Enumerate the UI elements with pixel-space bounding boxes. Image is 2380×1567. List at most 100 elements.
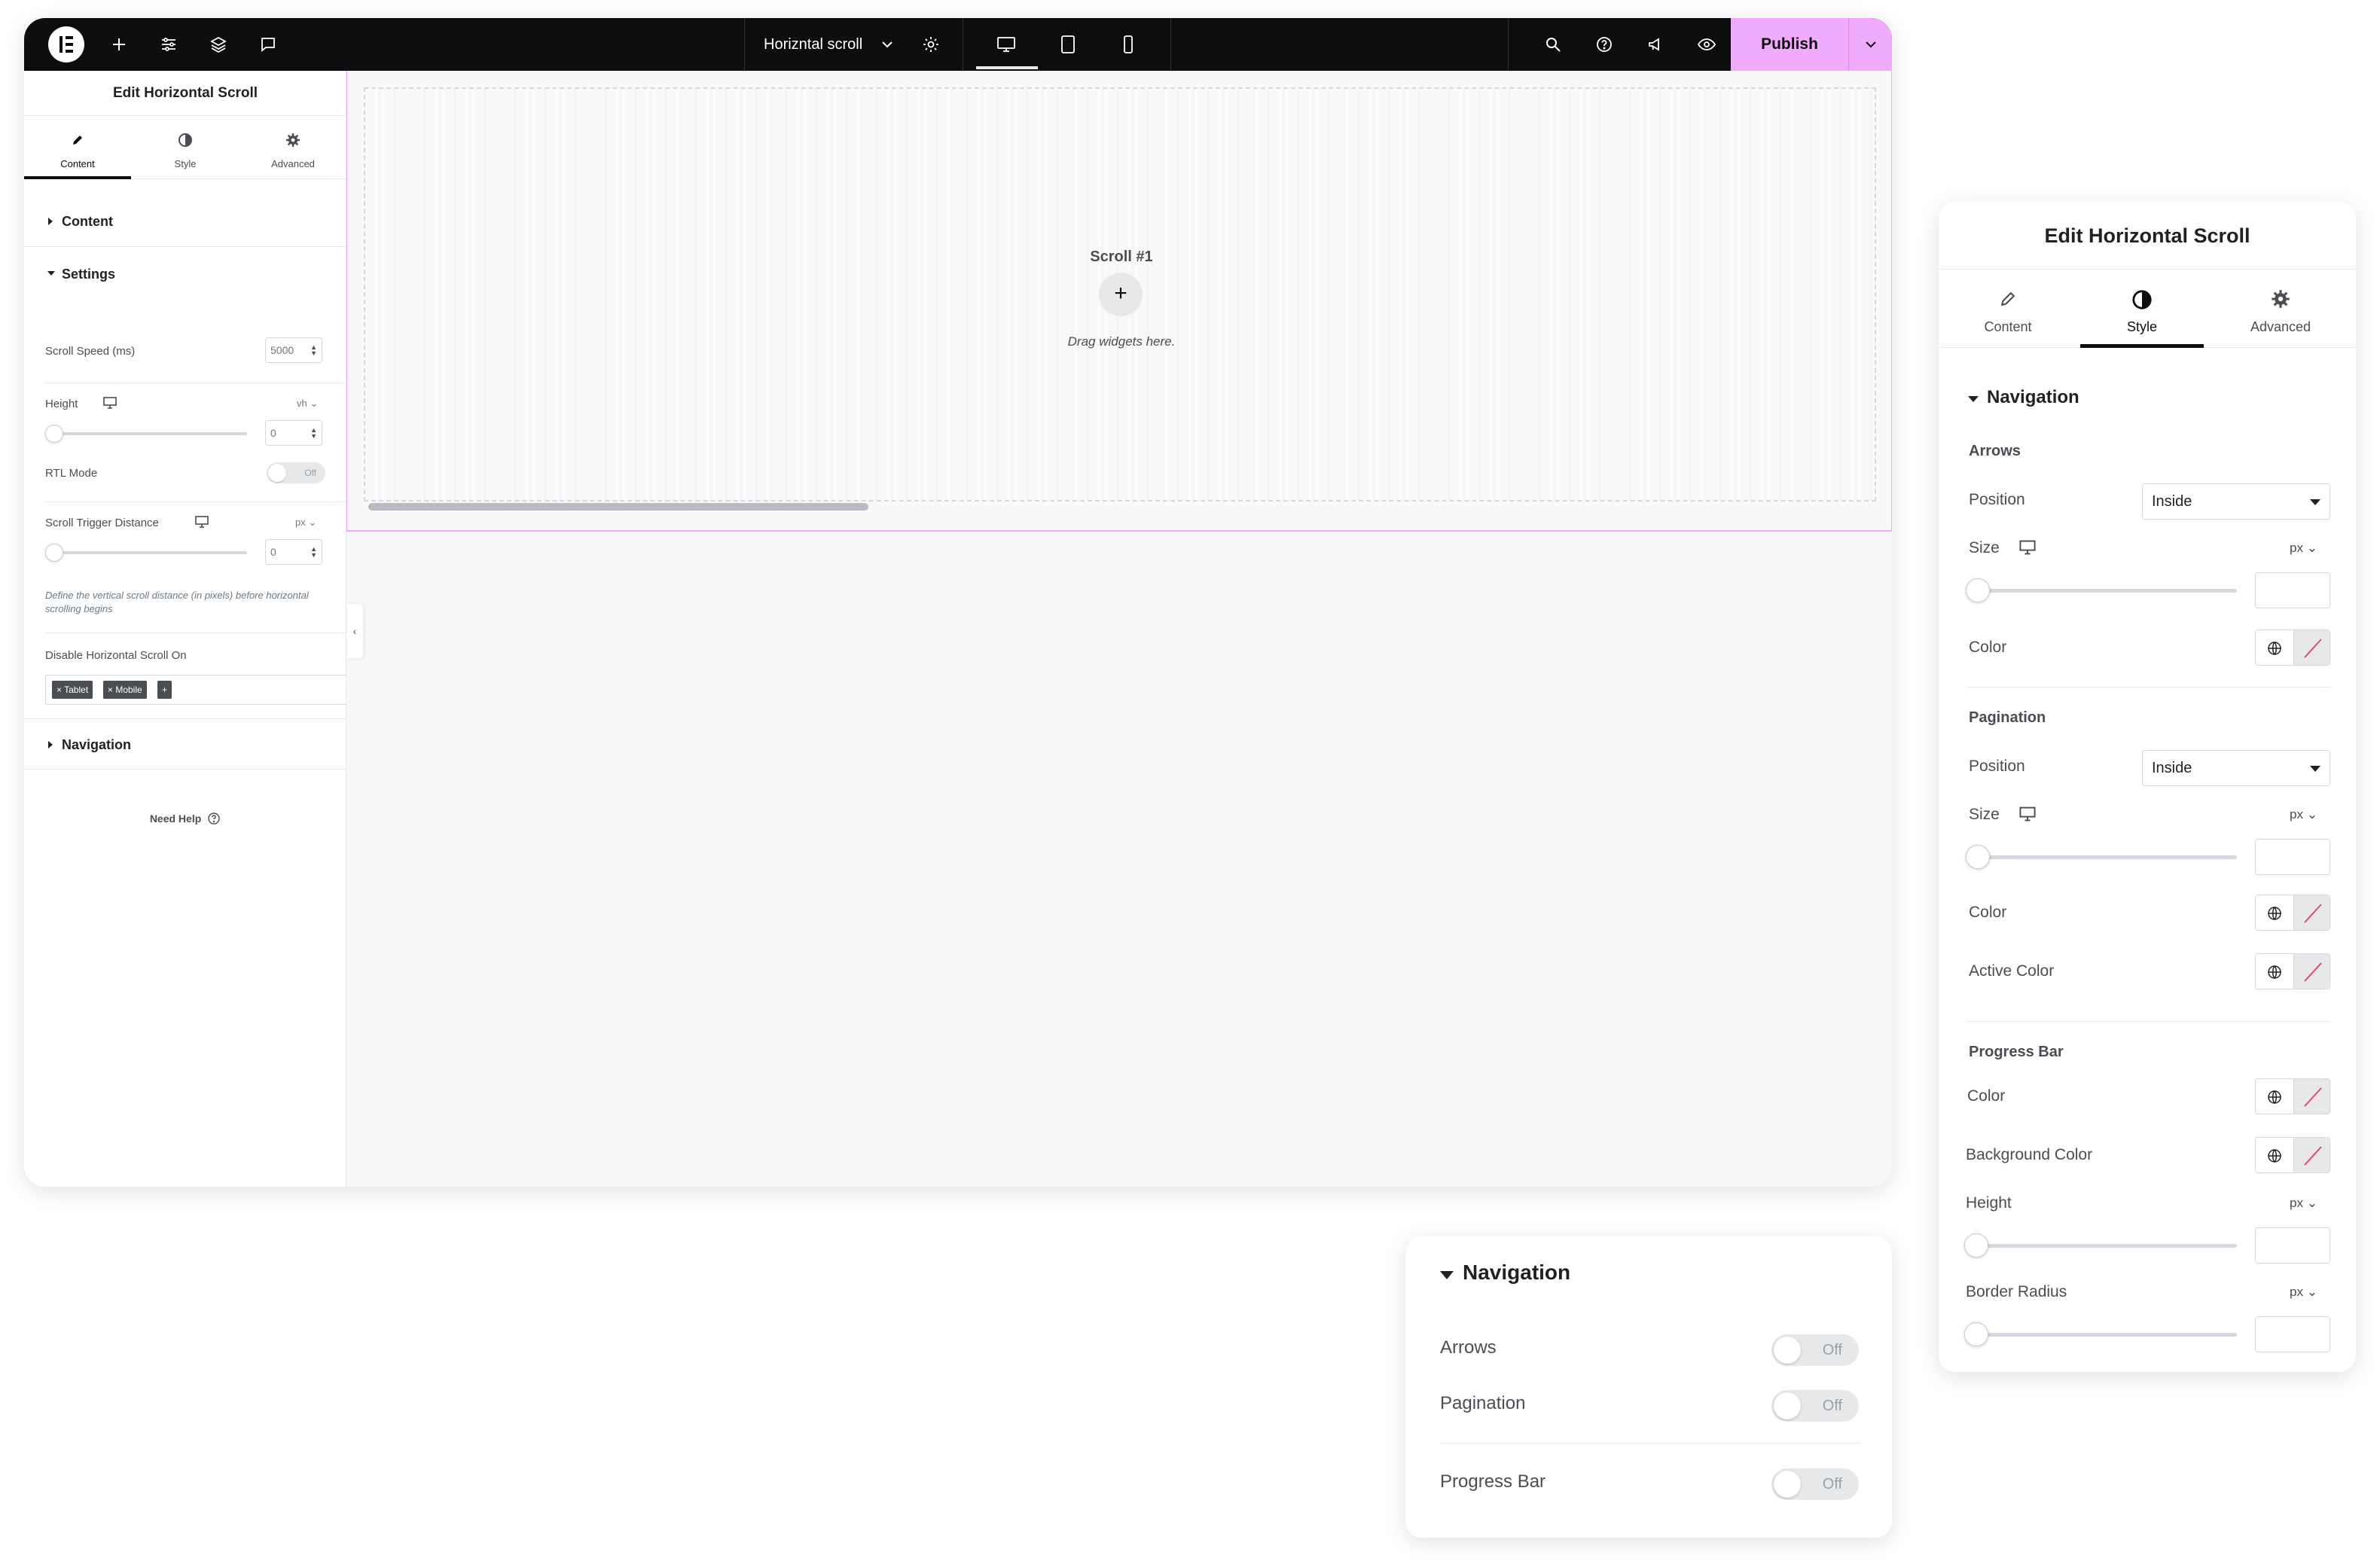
add-element-icon[interactable] (105, 31, 133, 58)
caret-down-icon[interactable] (1440, 1271, 1454, 1279)
pagination-active-color-picker[interactable] (2255, 953, 2330, 989)
responsive-desktop-icon[interactable] (102, 396, 117, 413)
number-stepper-icon[interactable]: ▲ ▼ (310, 344, 317, 357)
globe-icon[interactable] (2256, 1138, 2293, 1172)
comments-icon[interactable] (255, 31, 282, 58)
trigger-distance-input[interactable]: 0 ▲ ▼ (265, 539, 322, 565)
section-content-toggle[interactable]: Content (24, 196, 346, 247)
mobile-device-icon[interactable] (1115, 31, 1142, 58)
progress-radius-slider-track[interactable] (1978, 1333, 2237, 1337)
pagination-size-slider-handle[interactable] (1966, 845, 1990, 869)
responsive-desktop-icon[interactable] (2018, 806, 2037, 826)
tab-style[interactable]: Style (2080, 270, 2204, 348)
collapse-panel-chevron-icon[interactable]: ‹ (346, 604, 363, 658)
top-bar: Horizntal scroll Publish (24, 18, 1892, 71)
progress-height-slider-track[interactable] (1978, 1244, 2237, 1248)
arrows-size-slider-handle[interactable] (1966, 578, 1990, 602)
preview-eye-icon[interactable] (1693, 31, 1720, 58)
section-navigation-toggle[interactable]: Navigation (24, 718, 346, 770)
site-settings-icon[interactable] (155, 31, 182, 58)
pagination-size-input[interactable] (2255, 839, 2330, 875)
page-settings-gear-icon[interactable] (917, 31, 944, 58)
progress-radius-slider-handle[interactable] (1964, 1322, 1988, 1346)
color-swatch[interactable] (2293, 954, 2330, 989)
pagination-position-select[interactable]: Inside (2142, 750, 2330, 786)
globe-icon[interactable] (2256, 1079, 2293, 1114)
trigger-help-text: Define the vertical scroll distance (in … (45, 590, 309, 614)
rtl-mode-toggle[interactable]: Off (267, 462, 325, 483)
navigation-card-title[interactable]: Navigation (1463, 1261, 1570, 1285)
arrows-color-picker[interactable] (2255, 630, 2330, 666)
tag-mobile[interactable]: × Mobile (103, 681, 147, 699)
structure-layers-icon[interactable] (205, 31, 232, 58)
progress-height-unit-select[interactable]: px ⌄ (2290, 1196, 2317, 1211)
scroll-speed-label: Scroll Speed (ms) (45, 345, 136, 358)
progress-bar-toggle[interactable]: Off (1771, 1468, 1859, 1500)
responsive-desktop-icon[interactable] (2018, 539, 2037, 559)
arrows-size-slider-track[interactable] (1978, 589, 2237, 593)
progress-bg-color-picker[interactable] (2255, 1137, 2330, 1173)
progress-color-picker[interactable] (2255, 1078, 2330, 1114)
color-swatch[interactable] (2293, 1138, 2330, 1172)
add-widget-button[interactable]: + (1099, 273, 1143, 316)
arrows-position-select[interactable]: Inside (2142, 483, 2330, 520)
caret-down-icon (47, 271, 55, 276)
help-icon[interactable] (1591, 31, 1618, 58)
pagination-size-unit-select[interactable]: px ⌄ (2290, 807, 2317, 822)
progress-radius-unit-select[interactable]: px ⌄ (2290, 1285, 2317, 1300)
height-slider-handle[interactable] (45, 425, 63, 443)
publish-button[interactable]: Publish (1731, 18, 1848, 71)
publish-options-chevron-icon[interactable] (1848, 18, 1892, 71)
style-panel-card: Edit Horizontal Scroll Content Style Adv… (1939, 202, 2356, 1372)
add-device-button[interactable]: + (157, 681, 172, 699)
arrows-color-label: Color (1969, 639, 2007, 656)
search-icon[interactable] (1539, 31, 1567, 58)
whats-new-megaphone-icon[interactable] (1642, 31, 1669, 58)
section-settings-toggle[interactable]: Settings (24, 248, 346, 300)
gear-icon (2219, 289, 2342, 312)
number-stepper-icon[interactable]: ▲ ▼ (310, 546, 317, 559)
tag-tablet[interactable]: × Tablet (52, 681, 93, 699)
color-swatch[interactable] (2293, 630, 2330, 665)
horizontal-scroll-section[interactable]: Scroll #1 + Drag widgets here. (346, 71, 1892, 532)
tab-content[interactable]: Content (1946, 270, 2070, 348)
desktop-device-icon[interactable] (993, 31, 1020, 58)
tab-advanced[interactable]: Advanced (2219, 270, 2342, 348)
need-help-link[interactable]: Need Help (24, 812, 346, 825)
tab-advanced[interactable]: Advanced (240, 116, 346, 179)
globe-icon[interactable] (2256, 954, 2293, 989)
height-unit-select[interactable]: vh ⌄ (297, 398, 318, 410)
arrows-toggle[interactable]: Off (1771, 1334, 1859, 1366)
horizontal-scrollbar[interactable] (368, 503, 868, 511)
pagination-color-picker[interactable] (2255, 895, 2330, 931)
height-slider-track[interactable] (54, 432, 247, 435)
arrows-size-input[interactable] (2255, 572, 2330, 608)
tab-content[interactable]: Content (24, 116, 131, 179)
pagination-size-slider-track[interactable] (1978, 855, 2237, 859)
trigger-slider-handle[interactable] (45, 544, 63, 562)
color-swatch[interactable] (2293, 1079, 2330, 1114)
arrows-size-unit-select[interactable]: px ⌄ (2290, 541, 2317, 556)
trigger-unit-select[interactable]: px ⌄ (295, 517, 316, 529)
tab-style[interactable]: Style (132, 116, 239, 179)
document-title[interactable]: Horizntal scroll (764, 18, 862, 71)
tablet-device-icon[interactable] (1054, 31, 1082, 58)
height-input[interactable]: 0 ▲ ▼ (265, 420, 322, 446)
color-swatch[interactable] (2293, 895, 2330, 930)
progress-height-slider-handle[interactable] (1964, 1233, 1988, 1258)
disable-devices-select[interactable]: × Tablet × Mobile + (45, 675, 349, 705)
progress-height-input[interactable] (2255, 1227, 2330, 1264)
chevron-down-icon[interactable] (879, 36, 896, 56)
trigger-slider-track[interactable] (54, 551, 247, 554)
widget-drop-zone[interactable]: Scroll #1 + Drag widgets here. (364, 87, 1876, 502)
responsive-desktop-icon[interactable] (194, 515, 209, 532)
globe-icon[interactable] (2256, 630, 2293, 665)
scroll-speed-input[interactable]: 5000 ▲ ▼ (265, 337, 322, 363)
elementor-logo-icon[interactable] (48, 26, 84, 62)
progress-radius-input[interactable] (2255, 1316, 2330, 1352)
caret-down-icon[interactable] (1967, 395, 1979, 404)
navigation-section-title[interactable]: Navigation (1987, 387, 2079, 408)
pagination-toggle[interactable]: Off (1771, 1390, 1859, 1422)
globe-icon[interactable] (2256, 895, 2293, 930)
number-stepper-icon[interactable]: ▲ ▼ (310, 427, 317, 440)
